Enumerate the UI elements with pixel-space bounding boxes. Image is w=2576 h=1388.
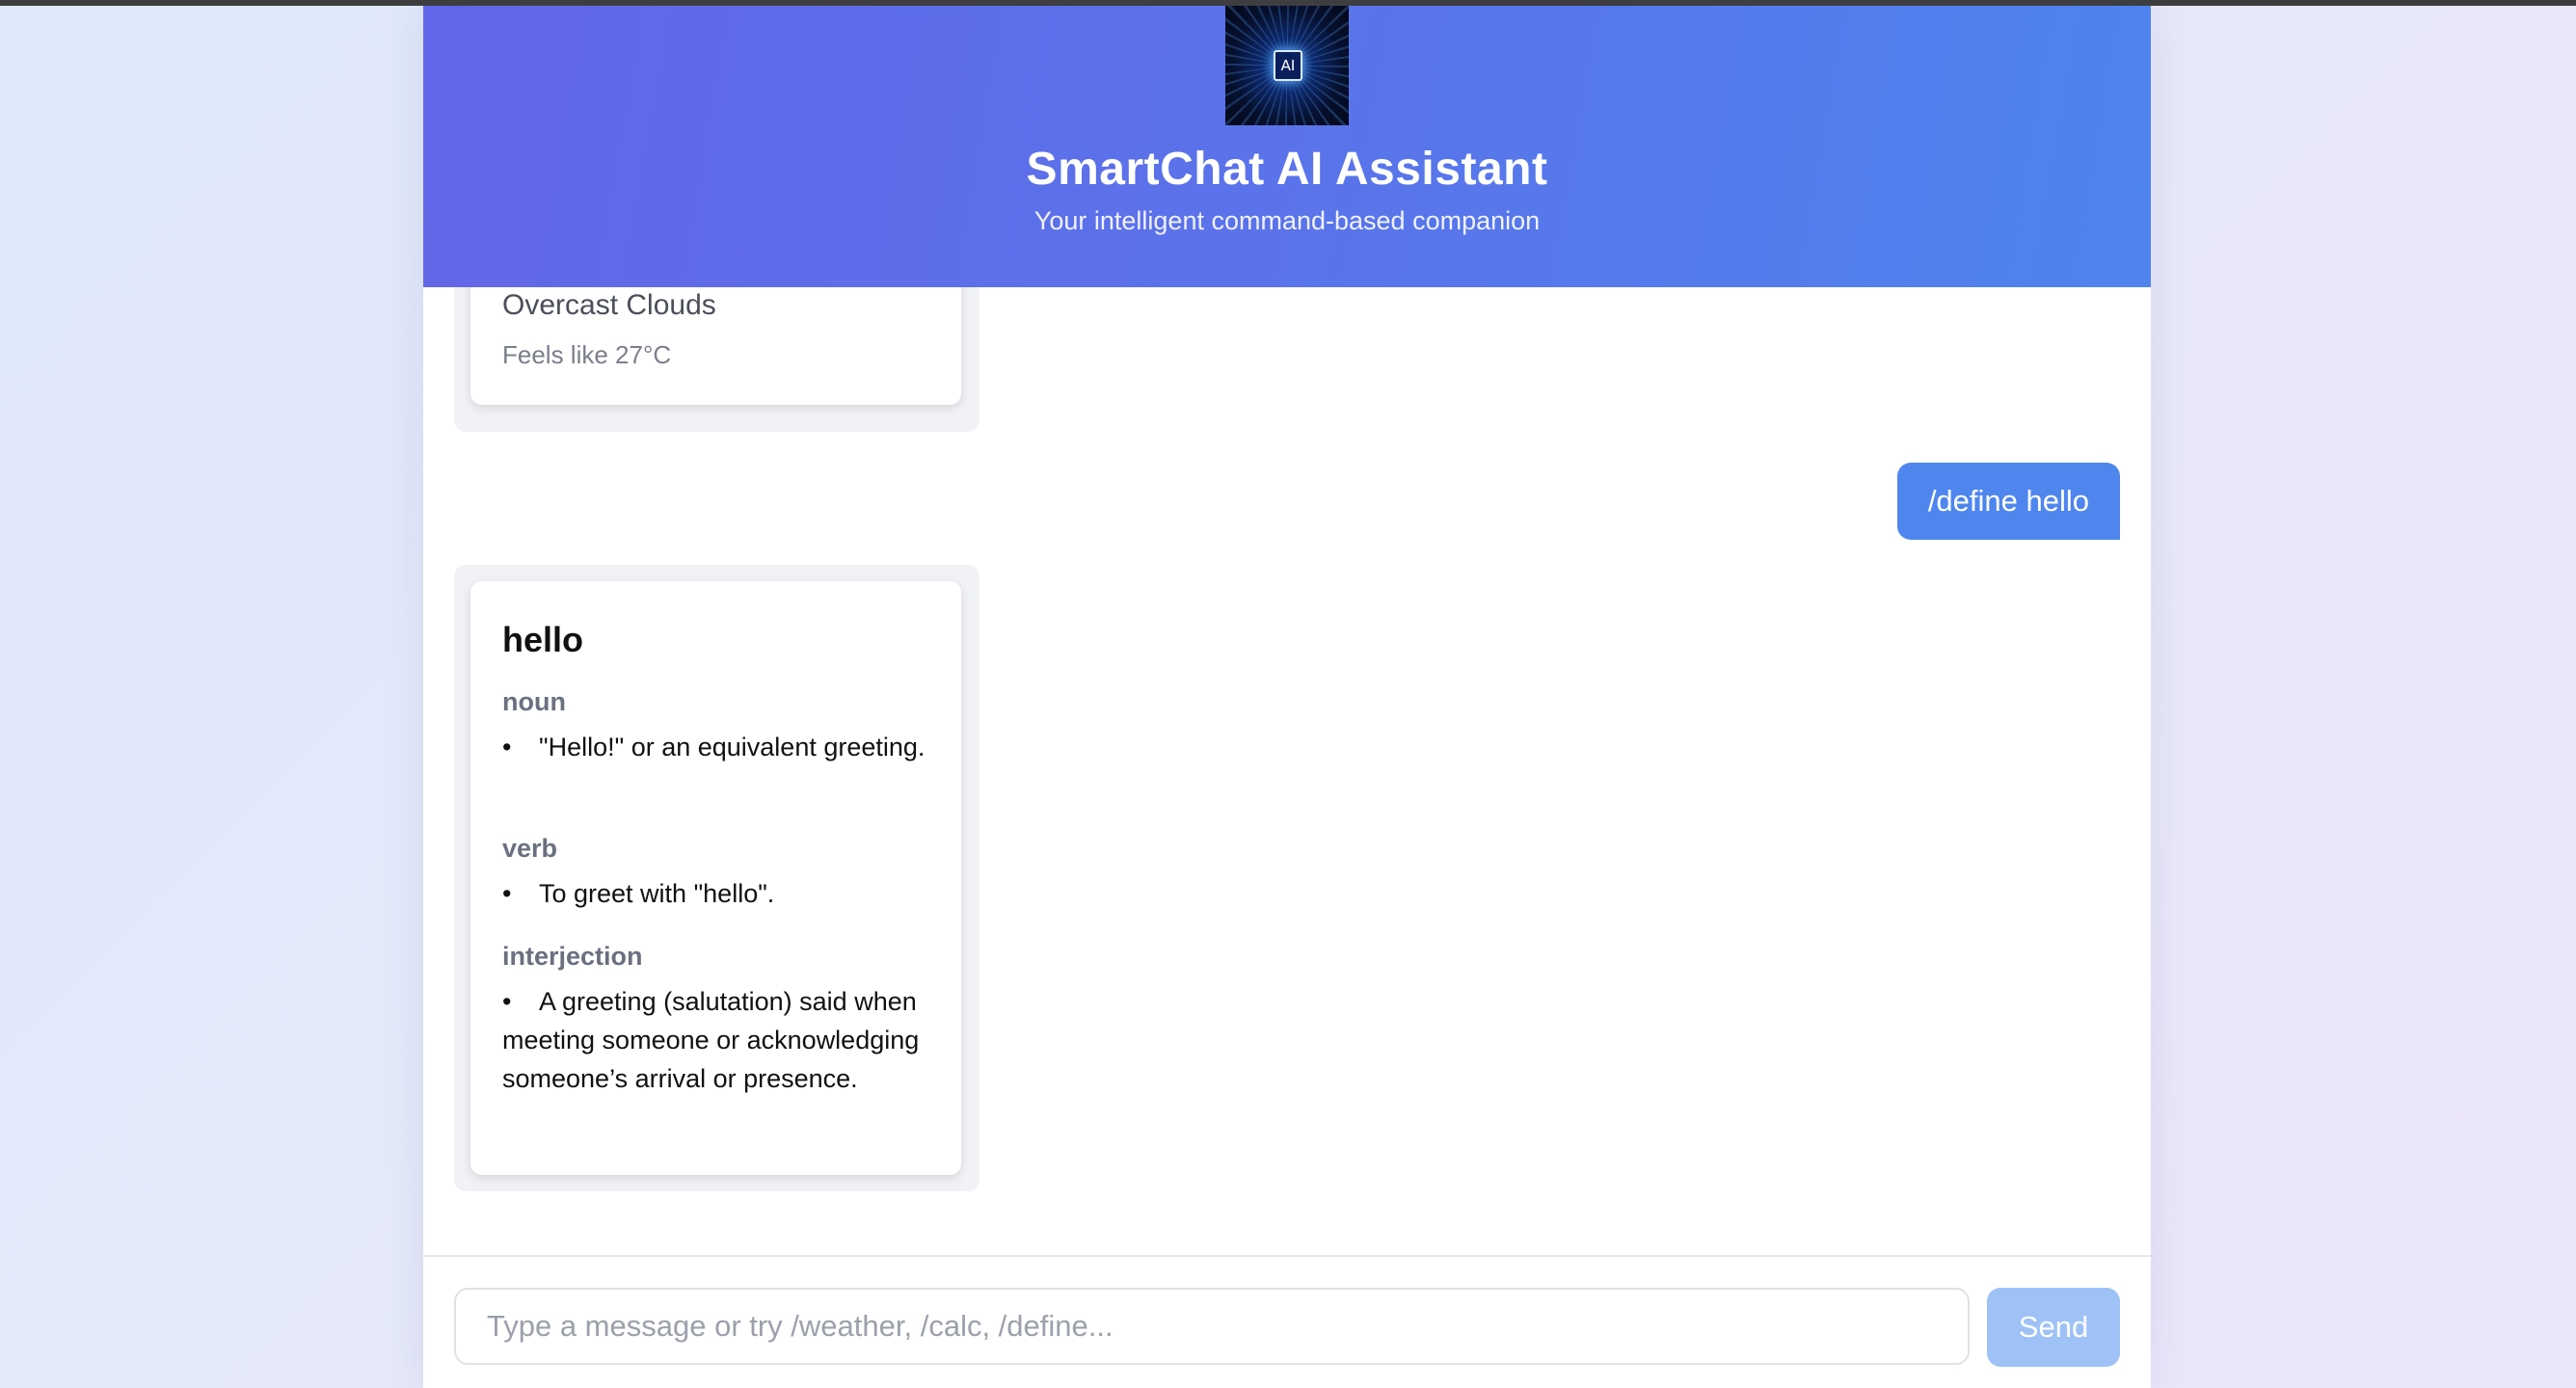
definition-list-noun: • "Hello!" or an equivalent greeting. <box>502 728 926 766</box>
part-of-speech-verb: verb <box>502 834 558 863</box>
weather-description: Overcast Clouds <box>502 289 716 321</box>
app-header: AI SmartChat AI Assistant Your intellige… <box>423 6 2151 287</box>
bullet-icon: • <box>502 733 512 761</box>
definition-list-interjection: • A greeting (salutation) said when meeti… <box>502 982 926 1098</box>
definition-item: • "Hello!" or an equivalent greeting. <box>502 728 926 766</box>
part-of-speech-interjection: interjection <box>502 942 643 971</box>
chat-app: AI SmartChat AI Assistant Your intellige… <box>423 6 2151 1388</box>
message-input[interactable] <box>454 1288 1970 1365</box>
weather-card: Overcast Clouds Feels like 27°C <box>470 287 961 405</box>
app-title: SmartChat AI Assistant <box>1026 144 1548 195</box>
send-button[interactable]: Send <box>1987 1288 2120 1367</box>
definition-item: • A greeting (salutation) said when meeti… <box>502 982 926 1098</box>
bot-message-definition: hello noun • "Hello!" or an equivalent gr… <box>454 565 979 1191</box>
part-of-speech-noun: noun <box>502 687 566 716</box>
app-subtitle: Your intelligent command-based companion <box>1033 206 1541 235</box>
definition-item: • To greet with "hello". <box>502 874 926 913</box>
definition-list-verb: • To greet with "hello". <box>502 874 926 913</box>
bullet-icon: • <box>502 879 512 908</box>
ai-logo: AI <box>1225 6 1349 125</box>
weather-feels-like: Feels like 27°C <box>502 340 672 369</box>
user-message: /define hello <box>1896 463 2120 540</box>
bot-message-weather: Overcast Clouds Feels like 27°C <box>454 287 979 432</box>
chat-messages[interactable]: Overcast Clouds Feels like 27°C /define … <box>423 287 2151 1261</box>
bullet-icon: • <box>502 987 512 1016</box>
definition-word: hello <box>502 620 584 659</box>
composer: Send <box>423 1255 2151 1388</box>
definition-card: hello noun • "Hello!" or an equivalent gr… <box>470 581 961 1175</box>
ai-chip-icon: AI <box>1274 50 1302 81</box>
